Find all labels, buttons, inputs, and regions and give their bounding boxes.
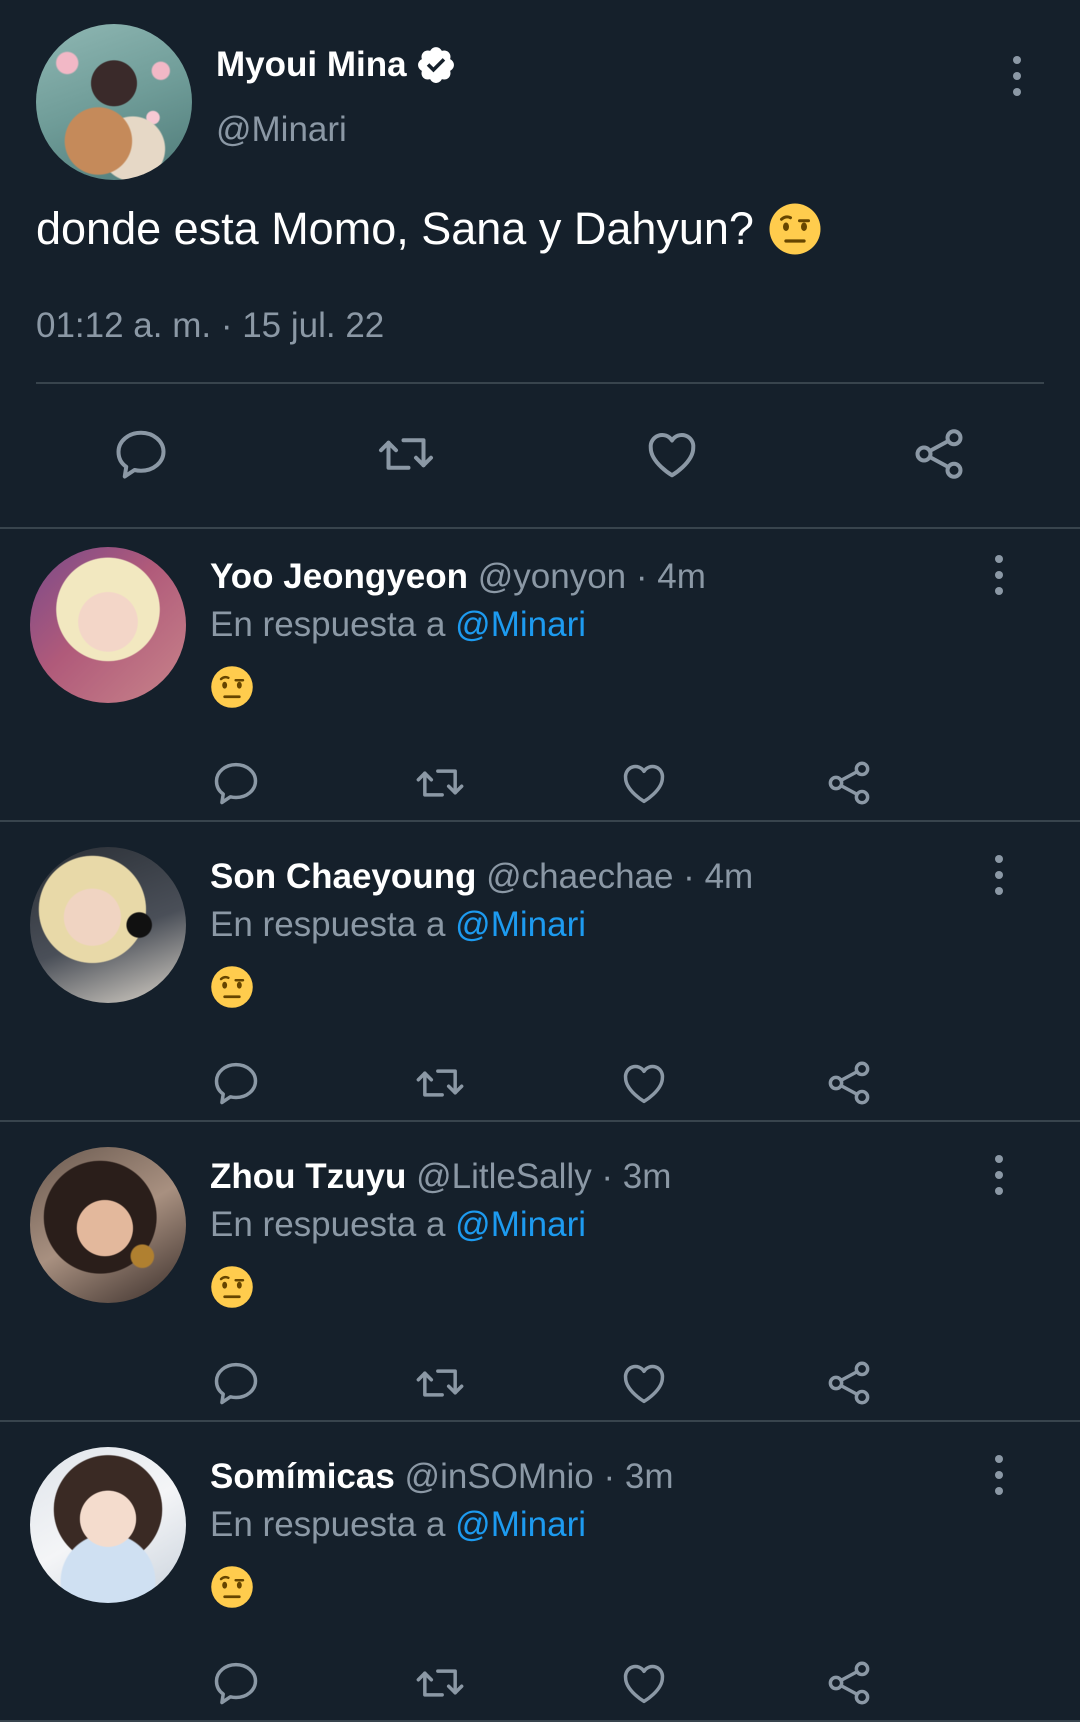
mention-link[interactable]: @Minari [455,605,586,644]
reply-context: En respuesta a @Minari [210,905,586,945]
reply-tweet[interactable]: Yoo Jeongyeon @yonyon · 4m En respuesta … [0,529,1080,827]
reply-header: Zhou Tzuyu @LitleSally · 3m [210,1157,671,1197]
reply-prefix: En respuesta a [210,605,446,644]
reply-icon[interactable] [210,1357,262,1409]
share-icon[interactable] [823,1657,875,1709]
avatar[interactable] [36,24,192,180]
divider [0,1120,1080,1122]
like-icon[interactable] [618,757,670,809]
reply-author-name[interactable]: Son Chaeyoung [210,857,476,896]
reply-icon[interactable] [210,1657,262,1709]
more-options-icon[interactable] [1011,56,1023,96]
reply-context: En respuesta a @Minari [210,605,586,645]
more-options-icon[interactable] [993,855,1005,895]
retweet-icon[interactable] [414,757,466,809]
avatar[interactable] [30,547,186,703]
retweet-icon[interactable] [414,1357,466,1409]
raised-eyebrow-emoji-icon [210,1565,254,1609]
divider [0,1420,1080,1422]
like-icon[interactable] [642,424,702,484]
author-name[interactable]: Myoui Mina [216,45,407,85]
divider [36,382,1044,384]
share-icon[interactable] [909,424,969,484]
raised-eyebrow-emoji-icon [768,202,822,256]
tweet-text: donde esta Momo, Sana y Dahyun? [36,202,822,256]
reply-handle-time[interactable]: @inSOMnio · 3m [405,1457,674,1496]
retweet-icon[interactable] [414,1057,466,1109]
reply-header: Yoo Jeongyeon @yonyon · 4m [210,557,706,597]
like-icon[interactable] [618,1657,670,1709]
share-icon[interactable] [823,757,875,809]
mention-link[interactable]: @Minari [455,1205,586,1244]
reply-author-name[interactable]: Zhou Tzuyu [210,1157,406,1196]
reply-handle-time[interactable]: @yonyon · 4m [478,557,706,596]
more-options-icon[interactable] [993,1455,1005,1495]
more-options-icon[interactable] [993,1155,1005,1195]
like-icon[interactable] [618,1357,670,1409]
mention-link[interactable]: @Minari [455,1505,586,1544]
reply-author-name[interactable]: Somímicas [210,1457,395,1496]
reply-icon[interactable] [111,424,171,484]
reply-handle-time[interactable]: @LitleSally · 3m [416,1157,671,1196]
reply-tweet[interactable]: Zhou Tzuyu @LitleSally · 3m En respuesta… [0,1129,1080,1427]
reply-prefix: En respuesta a [210,1205,446,1244]
share-icon[interactable] [823,1057,875,1109]
verified-badge-icon [415,44,457,86]
reply-context: En respuesta a @Minari [210,1205,586,1245]
author-name-row[interactable]: Myoui Mina [216,44,457,86]
reply-tweet[interactable]: Somímicas @inSOMnio · 3m En respuesta a … [0,1429,1080,1722]
reply-icon[interactable] [210,757,262,809]
tweet-timestamp[interactable]: 01:12 a. m. · 15 jul. 22 [36,306,384,346]
mention-link[interactable]: @Minari [455,905,586,944]
avatar[interactable] [30,1447,186,1603]
more-options-icon[interactable] [993,555,1005,595]
avatar[interactable] [30,1147,186,1303]
retweet-icon[interactable] [414,1657,466,1709]
reply-prefix: En respuesta a [210,1505,446,1544]
tweet-text-body: donde esta Momo, Sana y Dahyun? [36,203,754,254]
raised-eyebrow-emoji-icon [210,1265,254,1309]
reply-icon[interactable] [210,1057,262,1109]
tweet-thread-page: Myoui Mina @Minari donde esta Momo, Sana… [0,0,1080,1722]
raised-eyebrow-emoji-icon [210,965,254,1009]
avatar[interactable] [30,847,186,1003]
reply-handle-time[interactable]: @chaechae · 4m [486,857,753,896]
reply-header: Son Chaeyoung @chaechae · 4m [210,857,753,897]
reply-prefix: En respuesta a [210,905,446,944]
retweet-icon[interactable] [376,424,436,484]
share-icon[interactable] [823,1357,875,1409]
reply-tweet[interactable]: Son Chaeyoung @chaechae · 4m En respuest… [0,829,1080,1127]
reply-header: Somímicas @inSOMnio · 3m [210,1457,673,1497]
reply-author-name[interactable]: Yoo Jeongyeon [210,557,468,596]
like-icon[interactable] [618,1057,670,1109]
main-tweet: Myoui Mina @Minari donde esta Momo, Sana… [0,0,1080,528]
author-handle[interactable]: @Minari [216,110,347,150]
raised-eyebrow-emoji-icon [210,665,254,709]
divider [0,820,1080,822]
reply-context: En respuesta a @Minari [210,1505,586,1545]
